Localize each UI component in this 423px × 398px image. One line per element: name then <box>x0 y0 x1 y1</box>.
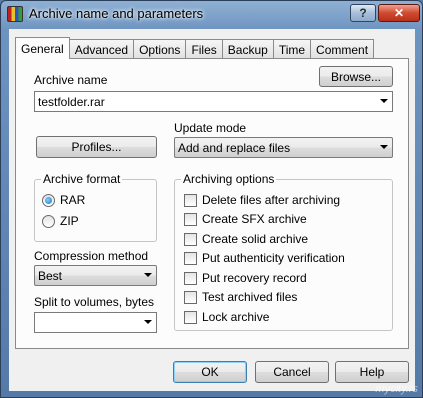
tab-strip: General Advanced Options Files Backup Ti… <box>15 37 375 59</box>
checkbox-icon[interactable] <box>184 310 197 324</box>
help-button[interactable]: Help <box>335 361 409 383</box>
checkbox-icon[interactable] <box>184 271 197 285</box>
chevron-down-icon[interactable] <box>144 273 152 277</box>
compression-method-label: Compression method <box>34 249 149 263</box>
tab-time[interactable]: Time <box>272 39 312 59</box>
tab-advanced[interactable]: Advanced <box>68 39 135 59</box>
archiving-options-title: Archiving options <box>181 172 277 186</box>
ok-button[interactable]: OK <box>173 361 247 383</box>
checkbox-icon[interactable] <box>184 193 197 207</box>
tab-comment[interactable]: Comment <box>310 39 375 59</box>
radio-rar-label: RAR <box>60 193 86 207</box>
split-volumes-label: Split to volumes, bytes <box>34 295 155 309</box>
cancel-button[interactable]: Cancel <box>255 361 329 383</box>
compression-method-value: Best <box>38 268 63 283</box>
radio-zip-label: ZIP <box>60 214 79 228</box>
compression-method-select[interactable]: Best <box>34 265 157 286</box>
checkbox-label: Create SFX archive <box>202 212 307 226</box>
checkbox-label: Put recovery record <box>202 271 307 285</box>
checkbox-icon[interactable] <box>184 290 197 304</box>
checkbox-icon[interactable] <box>184 212 197 226</box>
checkbox-icon[interactable] <box>184 232 197 246</box>
chevron-down-icon[interactable] <box>380 145 388 149</box>
update-mode-select[interactable]: Add and replace files <box>174 137 393 158</box>
tab-files[interactable]: Files <box>185 39 223 59</box>
radio-zip[interactable]: ZIP <box>42 214 79 228</box>
title-bar[interactable]: Archive name and parameters ? ✕ <box>1 1 422 29</box>
archive-name-label: Archive name <box>34 73 108 87</box>
checkbox-authenticity[interactable]: Put authenticity verification <box>184 251 345 265</box>
checkbox-icon[interactable] <box>184 251 197 265</box>
watermark-text: mycity.rs <box>375 383 418 395</box>
checkbox-solid-archive[interactable]: Create solid archive <box>184 232 308 246</box>
tab-options[interactable]: Options <box>133 39 187 59</box>
dialog-client-area: General Advanced Options Files Backup Ti… <box>9 29 415 391</box>
window-title: Archive name and parameters <box>29 6 204 21</box>
tab-general[interactable]: General <box>15 37 70 59</box>
split-volumes-field[interactable] <box>34 312 157 333</box>
checkbox-lock-archive[interactable]: Lock archive <box>184 310 269 324</box>
radio-unselected-icon[interactable] <box>42 214 55 228</box>
help-title-button[interactable]: ? <box>350 4 376 22</box>
close-button[interactable]: ✕ <box>378 4 420 22</box>
update-mode-label: Update mode <box>174 121 247 135</box>
checkbox-label: Delete files after archiving <box>202 193 341 207</box>
radio-selected-icon[interactable] <box>42 193 55 207</box>
archive-format-title: Archive format <box>41 172 123 186</box>
checkbox-create-sfx[interactable]: Create SFX archive <box>184 212 307 226</box>
archive-format-group: Archive format <box>34 172 157 242</box>
checkbox-recovery-record[interactable]: Put recovery record <box>184 271 307 285</box>
checkbox-label: Create solid archive <box>202 232 309 246</box>
archive-name-value: testfolder.rar <box>38 94 105 109</box>
checkbox-test-files[interactable]: Test archived files <box>184 290 297 304</box>
dialog-window: Archive name and parameters ? ✕ General … <box>0 0 423 398</box>
radio-rar[interactable]: RAR <box>42 193 85 207</box>
checkbox-delete-files[interactable]: Delete files after archiving <box>184 193 340 207</box>
tab-backup[interactable]: Backup <box>221 39 274 59</box>
browse-button[interactable]: Browse... <box>319 66 393 87</box>
chevron-down-icon[interactable] <box>144 320 152 324</box>
update-mode-value: Add and replace files <box>178 140 291 155</box>
chevron-down-icon[interactable] <box>380 99 388 103</box>
profiles-button[interactable]: Profiles... <box>36 136 157 158</box>
archive-name-field[interactable]: testfolder.rar <box>34 91 393 112</box>
checkbox-label: Put authenticity verification <box>202 251 345 265</box>
checkbox-label: Test archived files <box>202 290 298 304</box>
winrar-app-icon <box>7 6 23 22</box>
checkbox-label: Lock archive <box>202 310 270 324</box>
general-tab-panel: Archive name Browse... testfolder.rar Up… <box>15 58 409 349</box>
